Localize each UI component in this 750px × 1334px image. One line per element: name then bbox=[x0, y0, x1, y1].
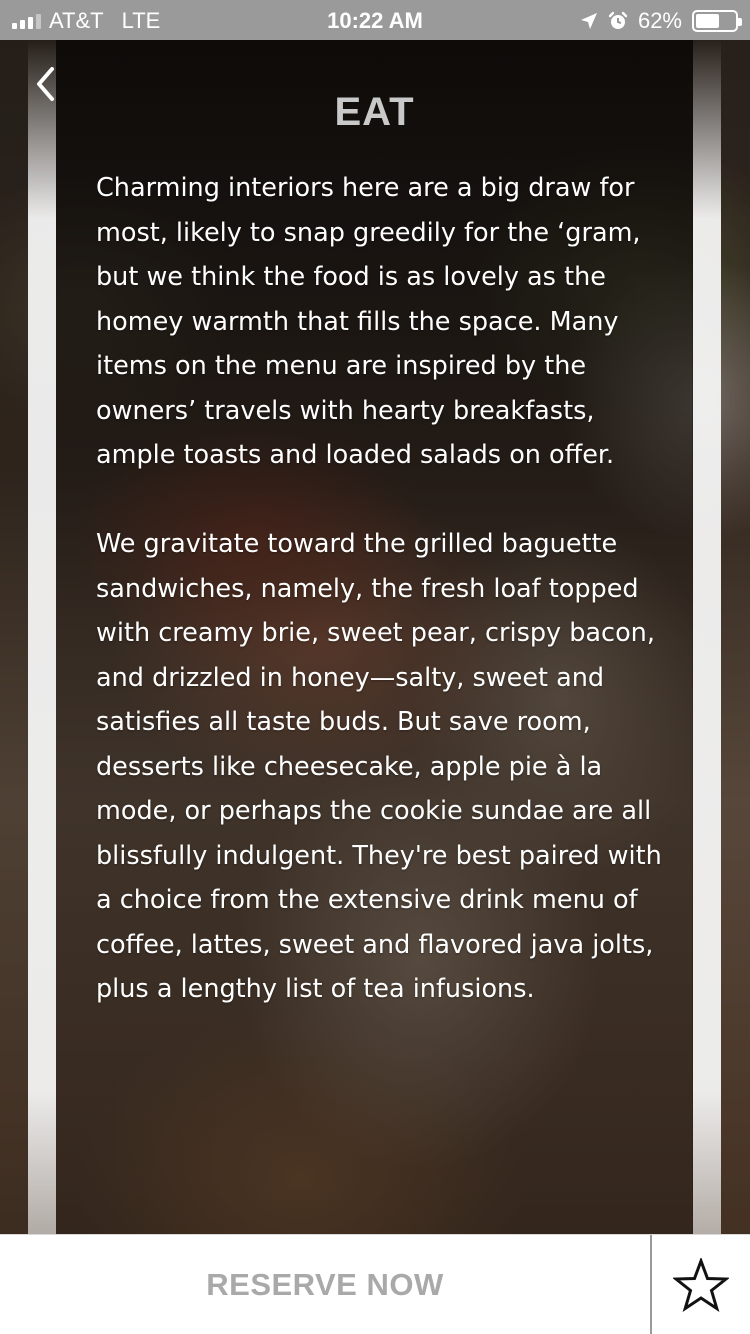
reserve-now-button[interactable]: RESERVE NOW bbox=[0, 1235, 650, 1334]
description-paragraph-1: Charming interiors here are a big draw f… bbox=[96, 173, 641, 470]
favorite-button[interactable] bbox=[652, 1235, 750, 1334]
location-arrow-icon bbox=[580, 13, 597, 29]
battery-icon bbox=[692, 10, 742, 32]
battery-percent: 62% bbox=[637, 8, 682, 33]
bottom-action-bar: RESERVE NOW bbox=[0, 1234, 750, 1334]
back-button[interactable] bbox=[30, 62, 60, 106]
battery-fill bbox=[696, 14, 719, 28]
frame-edge-right bbox=[693, 40, 721, 1234]
frame-edge-left bbox=[28, 40, 56, 1234]
star-outline-icon bbox=[673, 1258, 729, 1312]
description-paragraph-2: We gravitate toward the grilled baguette… bbox=[96, 529, 662, 1004]
content-card: EAT Charming interiors here are a big dr… bbox=[56, 40, 693, 1234]
status-bar: AT&T LTE 10:22 AM 62% bbox=[0, 0, 750, 40]
alarm-icon bbox=[608, 11, 628, 29]
description-text: Charming interiors here are a big draw f… bbox=[96, 166, 668, 1012]
status-right: 62% bbox=[580, 8, 742, 34]
chevron-left-icon bbox=[37, 67, 54, 101]
section-title: EAT bbox=[334, 90, 415, 134]
